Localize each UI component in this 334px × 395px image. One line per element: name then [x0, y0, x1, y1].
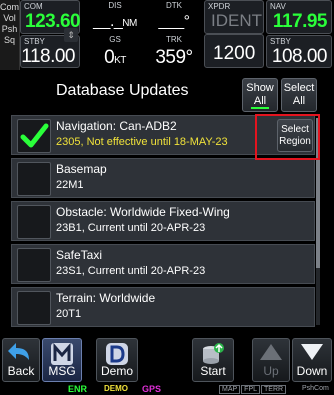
list-item[interactable]: Basemap 22M1	[11, 158, 315, 198]
demo-annunciator: DEMO	[104, 384, 128, 393]
demo-label: Demo	[100, 364, 133, 378]
nav-stby-label: STBY	[270, 37, 291, 46]
scroll-down-button[interactable]: Down	[292, 338, 332, 382]
vol-text-3: Psh	[1, 24, 18, 34]
push-com-hint: PshCom	[302, 385, 329, 392]
gs-value: 0KT	[86, 47, 144, 69]
database-checkbox[interactable]	[17, 291, 51, 325]
dis-field: DIS __._NM	[86, 0, 144, 34]
fpl-tab[interactable]: FPL	[241, 385, 261, 394]
database-title: Basemap	[56, 162, 107, 176]
start-label: Start	[200, 364, 226, 378]
back-label: Back	[7, 364, 35, 378]
up-label: Up	[263, 364, 279, 378]
terr-tab[interactable]: TERR	[261, 385, 287, 394]
up-arrow-icon	[260, 344, 282, 360]
database-checkbox[interactable]	[17, 162, 51, 196]
page-shortcut-tabs: MAP FPL TERR	[219, 385, 287, 394]
vol-text-4: Sq	[3, 35, 15, 45]
annunciator-bar: ENR DEMO GPS MAP FPL TERR PshCom	[0, 384, 334, 395]
status-bar: Com Vol Psh Sq COM 123.60 STBY 118.00 ⇕ …	[0, 0, 334, 70]
vol-text-2: Vol	[3, 13, 16, 23]
database-title: Obstacle: Worldwide Fixed-Wing	[56, 205, 230, 219]
database-checkbox[interactable]	[17, 119, 51, 153]
xpdr-label: XPDR	[208, 2, 231, 11]
database-checkbox[interactable]	[17, 248, 51, 282]
squawk-code-button[interactable]: 1200	[204, 34, 264, 68]
database-status: 23B1, Current until 20-APR-23	[56, 222, 206, 234]
com-volume-knob[interactable]: Com Vol Psh Sq	[0, 0, 20, 70]
nav-label: NAV	[270, 2, 286, 11]
database-status: 22M1	[56, 179, 84, 191]
msg-icon	[51, 343, 73, 365]
swap-arrows-icon[interactable]: ⇕	[64, 28, 78, 42]
scroll-up-button[interactable]: Up	[252, 338, 290, 382]
dis-unit: NM	[122, 18, 137, 29]
list-item[interactable]: SafeTaxi 23S1, Current until 20-APR-23	[11, 244, 315, 284]
xpdr-mode-button[interactable]: XPDR IDENT	[204, 0, 264, 34]
database-status: 2305, Not effective until 18-MAY-23	[56, 136, 228, 148]
map-tab[interactable]: MAP	[219, 385, 241, 394]
down-arrow-icon	[301, 344, 323, 360]
checkmark-icon	[20, 123, 49, 148]
flight-phase-annunciator: ENR	[68, 384, 88, 394]
gs-field: GS 0KT	[86, 34, 144, 68]
database-title: SafeTaxi	[56, 248, 103, 262]
nav-active-value: 117.95	[272, 11, 328, 32]
database-load-icon	[203, 343, 224, 364]
nav-active-frequency[interactable]: NAV 117.95	[266, 0, 332, 34]
list-item[interactable]: Terrain: Worldwide 20T1	[11, 287, 315, 327]
trk-value: 359°	[155, 47, 193, 68]
dtk-field: DTK ___°	[146, 0, 202, 34]
gs-label: GS	[109, 35, 121, 44]
show-all-button[interactable]: Show All	[242, 78, 278, 112]
com-stby-label: STBY	[24, 37, 45, 46]
show-all-line1: Show	[246, 82, 274, 94]
dis-label: DIS	[108, 1, 122, 10]
dis-value: __._NM	[86, 13, 144, 31]
squawk-code: 1200	[213, 43, 256, 64]
show-all-active-indicator	[251, 107, 269, 109]
demo-button[interactable]: Demo	[96, 338, 138, 382]
select-all-line1: Select	[283, 82, 315, 94]
com-standby-value: 118.00	[21, 46, 75, 67]
gps-annunciator: GPS	[142, 384, 162, 394]
demo-icon	[106, 343, 128, 365]
dtk-label: DTK	[166, 1, 182, 10]
back-arrow-icon	[8, 343, 29, 360]
msg-label: MSG	[48, 364, 76, 378]
back-button[interactable]: Back	[2, 338, 40, 382]
start-button[interactable]: Start	[192, 338, 234, 382]
select-all-button[interactable]: Select All	[281, 78, 317, 112]
com-label: COM	[24, 2, 43, 11]
database-status: 20T1	[56, 308, 82, 320]
trk-field: TRK 359°	[146, 34, 202, 68]
select-all-line2: All	[292, 95, 306, 107]
msg-button[interactable]: MSG	[42, 338, 82, 382]
dis-number: __._	[93, 13, 123, 30]
gs-unit: KT	[114, 55, 126, 66]
list-item[interactable]: Obstacle: Worldwide Fixed-Wing 23B1, Cur…	[11, 201, 315, 241]
page-title: Database Updates	[56, 82, 189, 99]
nav-standby-value: 108.00	[271, 46, 328, 67]
nav-standby-frequency[interactable]: STBY 108.00	[266, 35, 332, 68]
database-title: Navigation: Can-ADB2	[56, 119, 177, 133]
highlight-box	[255, 114, 320, 160]
database-title: Terrain: Worldwide	[56, 291, 156, 305]
down-label: Down	[296, 364, 328, 378]
gs-number: 0	[104, 47, 115, 68]
trk-label: TRK	[166, 35, 182, 44]
vol-text-1: Com	[0, 2, 20, 12]
database-checkbox[interactable]	[17, 205, 51, 239]
database-status: 23S1, Current until 20-APR-23	[56, 265, 206, 277]
dtk-value: ___°	[158, 13, 190, 30]
xpdr-mode: IDENT	[211, 11, 262, 30]
